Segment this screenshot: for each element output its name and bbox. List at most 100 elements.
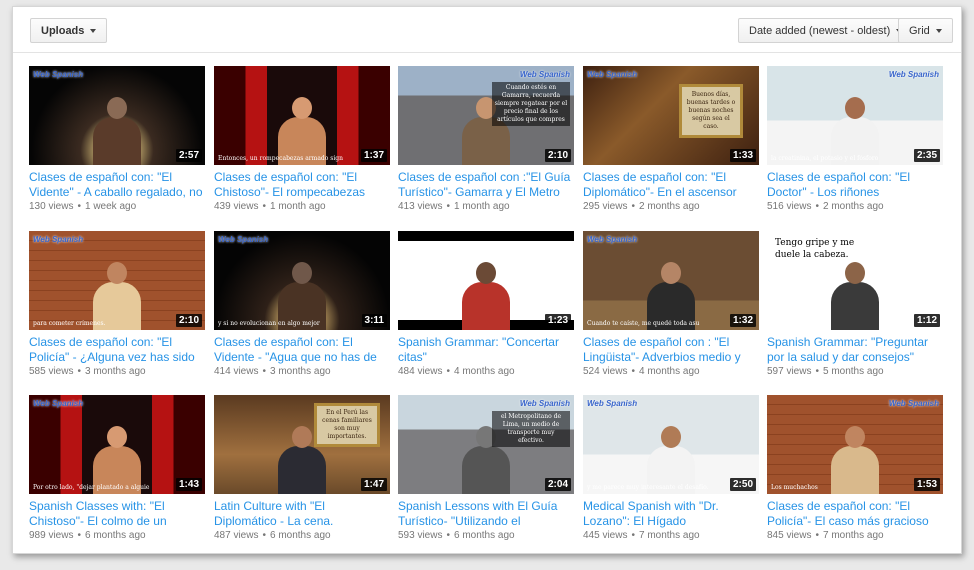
- video-card[interactable]: 1:23 Spanish Grammar: "Concertar citas" 48…: [398, 231, 574, 377]
- video-card[interactable]: Web Spanish Cuando te caíste, me quedé to…: [583, 231, 759, 377]
- meta-separator: •: [815, 201, 819, 212]
- upload-age: 6 months ago: [84, 530, 146, 541]
- presenter-figure: [462, 260, 510, 330]
- video-card[interactable]: Web Spanish la creatinina, el potasio y e…: [767, 66, 943, 212]
- video-card[interactable]: En el Perú las cenas familiares son muy …: [214, 395, 390, 541]
- subtitle-caption: Los muchachos: [771, 484, 818, 491]
- upload-age: 1 month ago: [269, 201, 326, 212]
- meta-separator: •: [446, 530, 450, 541]
- video-meta: 845 views • 7 months ago: [767, 530, 943, 541]
- video-title-link[interactable]: Spanish Grammar: "Concertar citas": [398, 335, 574, 365]
- meta-separator: •: [77, 201, 81, 212]
- meta-separator: •: [815, 530, 819, 541]
- view-count: 593 views: [398, 530, 443, 541]
- meta-separator: •: [77, 366, 81, 377]
- channel-watermark: Web Spanish: [888, 399, 939, 408]
- video-thumbnail[interactable]: Web Spanish Por otro lado, "dejar plantad…: [29, 395, 205, 494]
- view-count: 597 views: [767, 366, 812, 377]
- meta-separator: •: [815, 366, 819, 377]
- video-title-link[interactable]: Medical Spanish with "Dr. Lozano": El Hí…: [583, 499, 759, 529]
- video-thumbnail[interactable]: Web Spanish y si no evolucionan en algo m…: [214, 231, 390, 330]
- video-thumbnail[interactable]: Web Spanish 2:57: [29, 66, 205, 165]
- subtitle-caption: y si no evolucionan en algo mejor: [218, 320, 320, 327]
- video-card[interactable]: Web Spanish Los muchachos 1:53 Clases de es…: [767, 395, 943, 541]
- video-title-link[interactable]: Clases de español con: "El Chistoso"- El…: [214, 170, 390, 200]
- video-card[interactable]: Web Spanish Cuando estés en Gamarra, recu…: [398, 66, 574, 212]
- upload-age: 1 month ago: [453, 201, 510, 212]
- thumbnail-overlay-text: En el Perú las cenas familiares son muy …: [314, 403, 380, 447]
- video-title-link[interactable]: Clases de español con: "El Policía" - ¿A…: [29, 335, 205, 365]
- video-card[interactable]: Web Spanish Buenos días, buenas tardes o …: [583, 66, 759, 212]
- video-title-link[interactable]: Spanish Grammar: "Preguntar por la salud…: [767, 335, 943, 365]
- video-title-link[interactable]: Clases de español con: "El Vidente" - A …: [29, 170, 205, 200]
- video-thumbnail[interactable]: En el Perú las cenas familiares son muy …: [214, 395, 390, 494]
- video-thumbnail[interactable]: 1:23: [398, 231, 574, 330]
- upload-age: 3 months ago: [84, 366, 146, 377]
- video-card[interactable]: Web Spanish Por otro lado, "dejar plantad…: [29, 395, 205, 541]
- meta-separator: •: [631, 201, 635, 212]
- duration-badge: 1:47: [360, 478, 387, 491]
- video-meta: 130 views • 1 week ago: [29, 201, 205, 212]
- upload-age: 6 months ago: [453, 530, 515, 541]
- view-count: 484 views: [398, 366, 443, 377]
- video-thumbnail[interactable]: Web Spanish Cuando te caíste, me quedé to…: [583, 231, 759, 330]
- duration-badge: 1:33: [729, 149, 756, 162]
- video-meta: 516 views • 2 months ago: [767, 201, 943, 212]
- upload-age: 5 months ago: [822, 366, 884, 377]
- video-card[interactable]: Tengo gripe y me duele la cabeza. 1:12 Spa…: [767, 231, 943, 377]
- video-thumbnail[interactable]: Tengo gripe y me duele la cabeza. 1:12: [767, 231, 943, 330]
- channel-watermark: Web Spanish: [519, 399, 570, 408]
- video-title-link[interactable]: Clases de español con :"El Guía Turístic…: [398, 170, 574, 200]
- duration-badge: 2:10: [175, 314, 202, 327]
- duration-badge: 2:50: [729, 478, 756, 491]
- thumbnail-overlay-text: Buenos días, buenas tardes o buenas noch…: [679, 84, 743, 138]
- view-count: 989 views: [29, 530, 74, 541]
- video-title-link[interactable]: Clases de español con: "El Diplomático"-…: [583, 170, 759, 200]
- video-grid: Web Spanish 2:57 Clases de español con: "E…: [13, 7, 961, 553]
- video-meta: 593 views • 6 months ago: [398, 530, 574, 541]
- channel-watermark: Web Spanish: [587, 235, 638, 244]
- video-thumbnail[interactable]: Web Spanish el Metropolitano de Lima, un …: [398, 395, 574, 494]
- video-title-link[interactable]: Clases de español con : "El Lingüista"- …: [583, 335, 759, 365]
- video-title-link[interactable]: Clases de español con: El Vidente - "Agu…: [214, 335, 390, 365]
- upload-age: 6 months ago: [269, 530, 331, 541]
- video-title-link[interactable]: Latin Culture with "El Diplomático - La …: [214, 499, 390, 529]
- video-thumbnail[interactable]: Web Spanish Los muchachos 1:53: [767, 395, 943, 494]
- video-title-link[interactable]: Clases de español con: "El Policía"- El …: [767, 499, 943, 529]
- view-count: 439 views: [214, 201, 259, 212]
- meta-separator: •: [262, 201, 266, 212]
- video-title-link[interactable]: Spanish Classes with: "El Chistoso"- El …: [29, 499, 205, 529]
- video-card[interactable]: Web Spanish 2:57 Clases de español con: "E…: [29, 66, 205, 212]
- channel-videos-panel: Uploads Date added (newest - oldest) Gri…: [12, 6, 962, 554]
- meta-separator: •: [631, 530, 635, 541]
- video-thumbnail[interactable]: Web Spanish y me parece muy interesante e…: [583, 395, 759, 494]
- video-thumbnail[interactable]: Entonces, un rompecabezas armado sign 1:3…: [214, 66, 390, 165]
- video-thumbnail[interactable]: Web Spanish para cometer crímenes. 2:10: [29, 231, 205, 330]
- subtitle-caption: para cometer crímenes.: [33, 320, 106, 327]
- video-card[interactable]: Web Spanish el Metropolitano de Lima, un …: [398, 395, 574, 541]
- video-card[interactable]: Entonces, un rompecabezas armado sign 1:3…: [214, 66, 390, 212]
- video-thumbnail[interactable]: Web Spanish la creatinina, el potasio y e…: [767, 66, 943, 165]
- video-card[interactable]: Web Spanish y me parece muy interesante e…: [583, 395, 759, 541]
- duration-badge: 1:23: [544, 314, 571, 327]
- video-thumbnail[interactable]: Web Spanish Buenos días, buenas tardes o …: [583, 66, 759, 165]
- view-count: 445 views: [583, 530, 628, 541]
- channel-watermark: Web Spanish: [33, 235, 84, 244]
- upload-age: 2 months ago: [638, 201, 700, 212]
- subtitle-caption: y me parece muy interesante el desafío.: [587, 484, 709, 491]
- video-card[interactable]: Web Spanish y si no evolucionan en algo m…: [214, 231, 390, 377]
- subtitle-caption: Cuando te caíste, me quedé toda asu: [587, 320, 700, 327]
- video-card[interactable]: Web Spanish para cometer crímenes. 2:10 Cla…: [29, 231, 205, 377]
- video-thumbnail[interactable]: Web Spanish Cuando estés en Gamarra, recu…: [398, 66, 574, 165]
- meta-separator: •: [262, 366, 266, 377]
- duration-badge: 1:43: [175, 478, 202, 491]
- duration-badge: 3:11: [361, 314, 387, 327]
- duration-badge: 1:37: [360, 149, 387, 162]
- duration-badge: 2:57: [175, 149, 202, 162]
- video-title-link[interactable]: Clases de español con: "El Doctor" - Los…: [767, 170, 943, 200]
- meta-separator: •: [446, 366, 450, 377]
- view-count: 585 views: [29, 366, 74, 377]
- duration-badge: 2:04: [544, 478, 571, 491]
- view-count: 130 views: [29, 201, 74, 212]
- video-title-link[interactable]: Spanish Lessons with El Guía Turístico- …: [398, 499, 574, 529]
